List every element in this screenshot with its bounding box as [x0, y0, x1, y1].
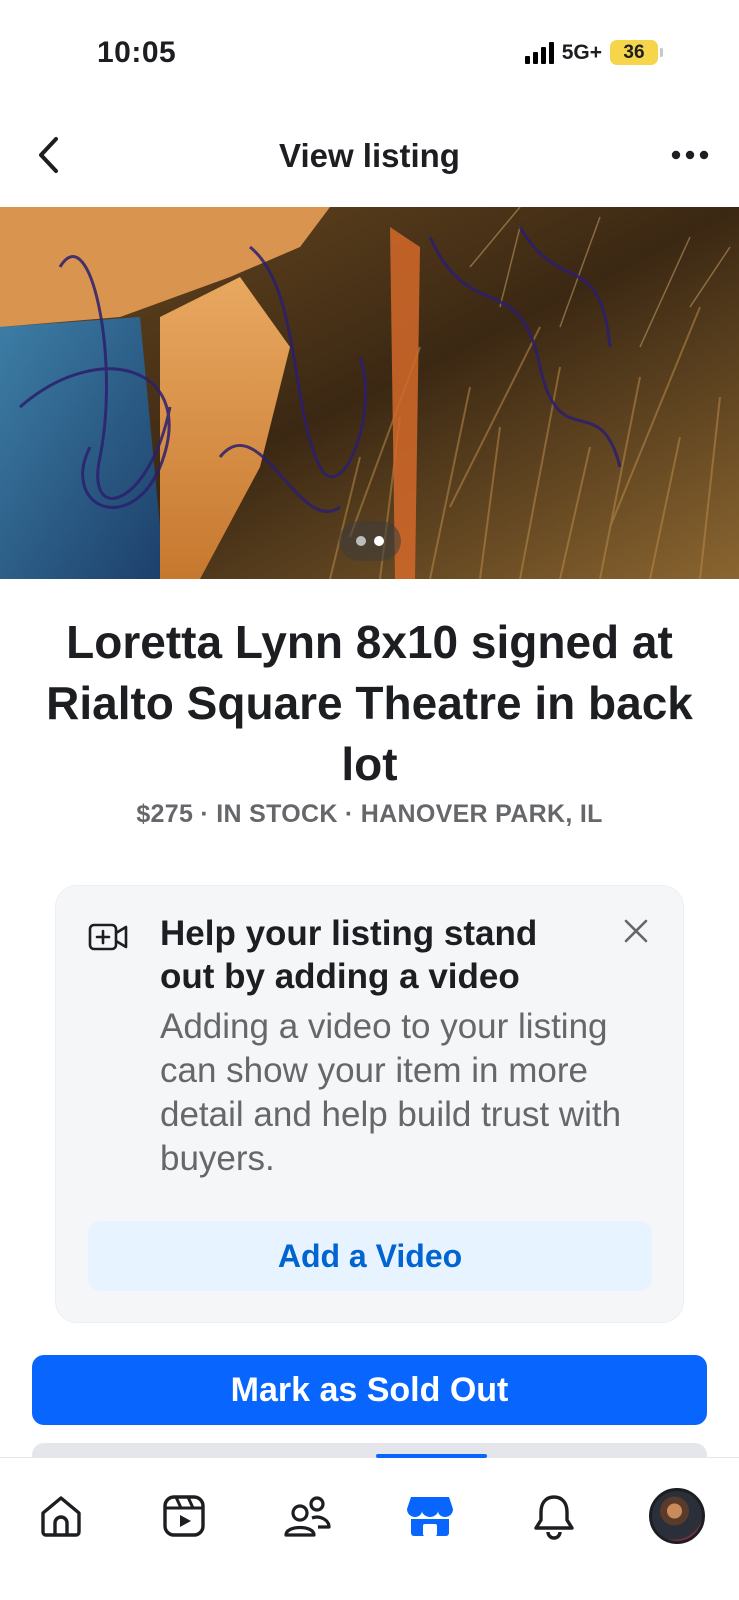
nav-notifications[interactable] [522, 1484, 586, 1548]
video-prompt-title: Help your listing stand out by adding a … [160, 914, 538, 996]
marketplace-icon [407, 1497, 453, 1536]
signal-icon [524, 41, 554, 64]
battery-level: 36 [610, 40, 658, 65]
video-prompt-body: Adding a video to your listing can show … [160, 1007, 622, 1178]
more-options-button[interactable] [665, 135, 715, 175]
add-video-icon [88, 923, 128, 951]
pager-dot [356, 536, 366, 546]
active-tab-indicator [376, 1454, 487, 1458]
video-prompt-card: Help your listing stand out by adding a … [55, 885, 684, 1323]
bell-icon [534, 1495, 574, 1540]
status-time: 10:05 [97, 36, 177, 69]
add-video-button[interactable]: Add a Video [88, 1221, 652, 1291]
battery-icon: 36 [610, 40, 663, 65]
page-title: View listing [279, 137, 460, 174]
bottom-nav [0, 1454, 739, 1600]
mark-sold-out-button[interactable]: Mark as Sold Out [32, 1355, 707, 1425]
listing-photo[interactable] [0, 207, 739, 579]
nav-home[interactable] [29, 1484, 93, 1548]
listing-meta: $275 · IN STOCK · HANOVER PARK, IL [136, 800, 603, 828]
top-header: View listing [0, 115, 739, 195]
nav-video[interactable] [152, 1484, 216, 1548]
more-dots-icon [671, 150, 709, 160]
home-icon [41, 1496, 81, 1537]
nav-marketplace[interactable] [398, 1484, 462, 1548]
pager-dot-active [374, 536, 384, 546]
status-indicators: 5G+ 36 [524, 40, 663, 65]
status-bar: 10:05 5G+ 36 [0, 0, 739, 100]
friends-icon [284, 1496, 331, 1537]
photo-pager [339, 521, 401, 561]
profile-avatar [649, 1488, 705, 1544]
network-type: 5G+ [561, 40, 602, 64]
video-prompt-close-button[interactable] [619, 914, 653, 948]
nav-profile[interactable] [645, 1484, 709, 1548]
close-icon [624, 919, 648, 943]
nav-friends[interactable] [275, 1484, 339, 1548]
listing-title: Loretta Lynn 8x10 signed at Rialto Squar… [46, 616, 693, 790]
video-icon [163, 1495, 205, 1537]
